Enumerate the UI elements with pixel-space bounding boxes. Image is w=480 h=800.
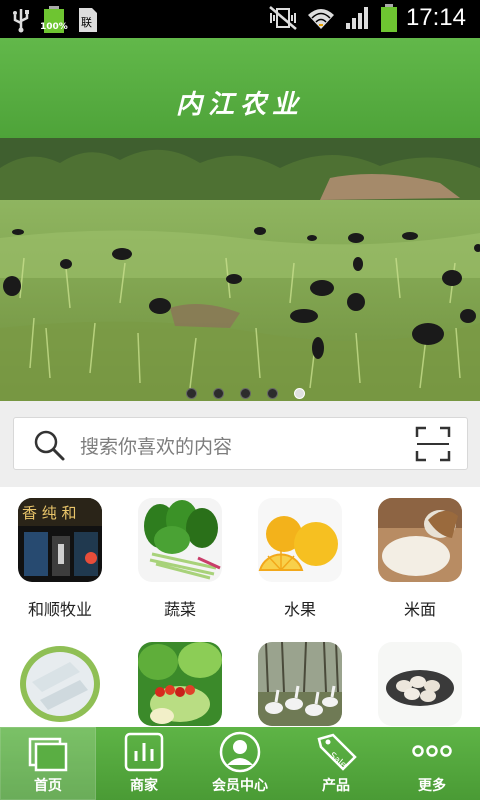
member-avatar-icon [219, 731, 261, 773]
status-bar: 100% 联 17:14 [0, 0, 480, 38]
carousel-indicator [186, 388, 305, 399]
category-item[interactable] [0, 631, 120, 740]
tab-home[interactable]: 首页 [0, 727, 96, 800]
scan-icon[interactable] [415, 426, 451, 462]
category-item[interactable]: 米面 [360, 487, 480, 620]
carousel-dot[interactable] [213, 388, 224, 399]
category-item[interactable] [240, 631, 360, 740]
svg-text:联: 联 [81, 16, 92, 29]
search-section: 搜索你喜欢的内容 [0, 401, 480, 487]
category-label: 和顺牧业 [27, 600, 92, 619]
usb-icon [13, 9, 29, 33]
more-dots-icon [412, 745, 452, 757]
wifi-icon [307, 9, 334, 29]
tab-merchant[interactable]: 商家 [96, 727, 192, 800]
tab-merchant-label: 商家 [130, 778, 158, 794]
store-front-photo: 香 纯 和 [18, 498, 102, 582]
search-placeholder: 搜索你喜欢的内容 [80, 436, 233, 458]
carousel-dot[interactable] [267, 388, 278, 399]
svg-text:香 纯 和: 香 纯 和 [22, 504, 77, 522]
tab-member-center[interactable]: 会员中心 [192, 727, 288, 800]
lemon-photo [258, 498, 342, 582]
battery-percent-label: 100% [40, 22, 68, 32]
tab-member-center-label: 会员中心 [212, 778, 268, 794]
merchant-chart-icon [124, 732, 164, 772]
category-label: 米面 [403, 600, 436, 619]
search-input[interactable]: 搜索你喜欢的内容 [13, 417, 468, 470]
spinach-photo [138, 498, 222, 582]
category-item[interactable] [120, 631, 240, 740]
app-header: 内江农业 [0, 38, 480, 138]
tab-more-label: 更多 [418, 778, 446, 794]
category-item[interactable]: 水果 [240, 487, 360, 620]
carousel-dot[interactable] [240, 388, 251, 399]
banner-carousel[interactable] [0, 138, 480, 401]
vibrate-mute-icon [269, 6, 297, 30]
tab-more[interactable]: 更多 [384, 727, 480, 800]
banner-image [0, 138, 480, 401]
search-icon[interactable] [32, 428, 66, 462]
salad-vegetables-photo [138, 642, 222, 726]
carousel-dot[interactable] [186, 388, 197, 399]
tab-home-label: 首页 [34, 778, 62, 794]
tab-products-label: 产品 [322, 778, 350, 794]
category-label: 水果 [283, 600, 316, 619]
tab-products[interactable]: Sale 产品 [288, 727, 384, 800]
category-item[interactable] [360, 631, 480, 740]
bottom-tab-bar: 首页 商家 会员中心 Sale 产品 更多 [0, 727, 480, 800]
page-title: 内江农业 [175, 90, 304, 120]
clock-time: 17:14 [405, 4, 466, 31]
signal-icon [345, 7, 368, 29]
category-grid: 香 纯 和 和顺牧业 蔬菜 水果 米面 [0, 487, 480, 727]
category-label: 蔬菜 [163, 600, 196, 619]
eggs-photo [378, 642, 462, 726]
carousel-dot-active[interactable] [294, 388, 305, 399]
sale-tag-icon: Sale [317, 733, 357, 771]
battery-charging-icon: 100% [40, 6, 68, 34]
category-item[interactable]: 香 纯 和 和顺牧业 [0, 487, 120, 620]
category-item[interactable]: 蔬菜 [120, 487, 240, 620]
fish-fillet-photo [18, 642, 102, 726]
sim-card-icon: 联 [79, 8, 97, 32]
battery-icon [380, 4, 397, 32]
geese-photo [258, 642, 342, 726]
home-stack-icon [28, 737, 68, 772]
rice-photo [378, 498, 462, 582]
